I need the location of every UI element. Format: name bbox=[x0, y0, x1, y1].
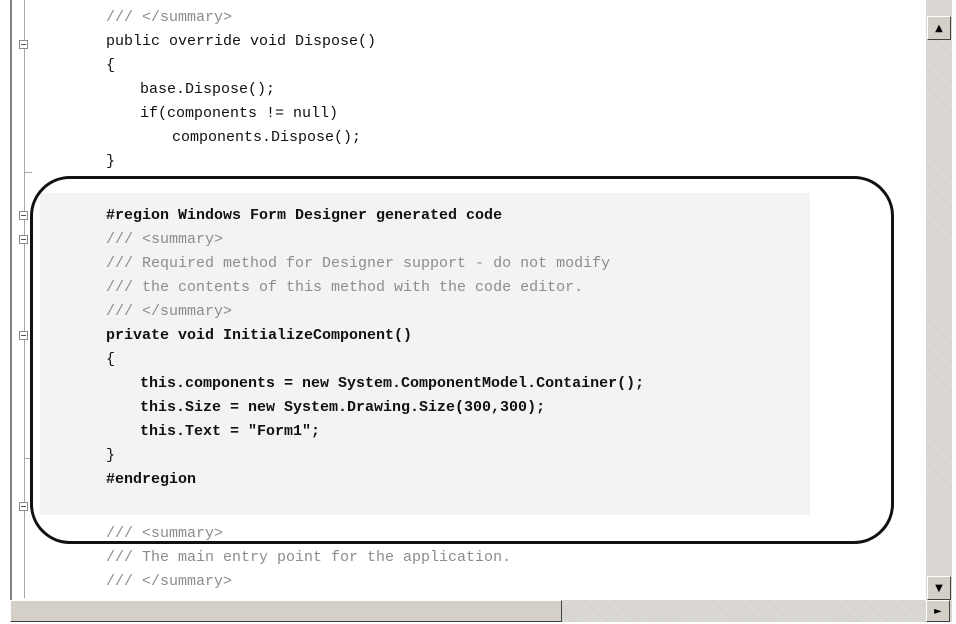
code-line: } bbox=[106, 153, 116, 170]
code-line: public override void Dispose() bbox=[106, 33, 377, 50]
code-line: /// </summary> bbox=[106, 9, 233, 26]
collapse-box-icon[interactable] bbox=[19, 40, 28, 49]
editor-left-border bbox=[10, 0, 12, 600]
code-line: if(components != null) bbox=[140, 105, 339, 122]
code-editor[interactable]: /// </summary> public override void Disp… bbox=[0, 0, 956, 624]
collapse-box-icon[interactable] bbox=[19, 502, 28, 511]
vertical-scrollbar[interactable]: ▲ ▼ bbox=[926, 0, 952, 600]
collapse-box-icon[interactable] bbox=[19, 235, 28, 244]
code-line: { bbox=[106, 57, 116, 74]
horizontal-scrollbar[interactable]: ► bbox=[10, 600, 952, 622]
arrow-down-icon[interactable]: ▼ bbox=[927, 576, 951, 600]
collapse-box-icon[interactable] bbox=[19, 331, 28, 340]
arrow-up-icon[interactable]: ▲ bbox=[927, 16, 951, 40]
horizontal-scroll-thumb[interactable] bbox=[10, 600, 562, 622]
code-line: /// </summary> bbox=[106, 573, 233, 590]
arrow-right-icon[interactable]: ► bbox=[926, 600, 950, 622]
code-line: base.Dispose(); bbox=[140, 81, 276, 98]
fold-end-marker bbox=[24, 172, 32, 173]
code-line: /// The main entry point for the applica… bbox=[106, 549, 512, 566]
code-line: components.Dispose(); bbox=[172, 129, 362, 146]
region-callout-outline bbox=[30, 176, 894, 544]
collapse-box-icon[interactable] bbox=[19, 211, 28, 220]
